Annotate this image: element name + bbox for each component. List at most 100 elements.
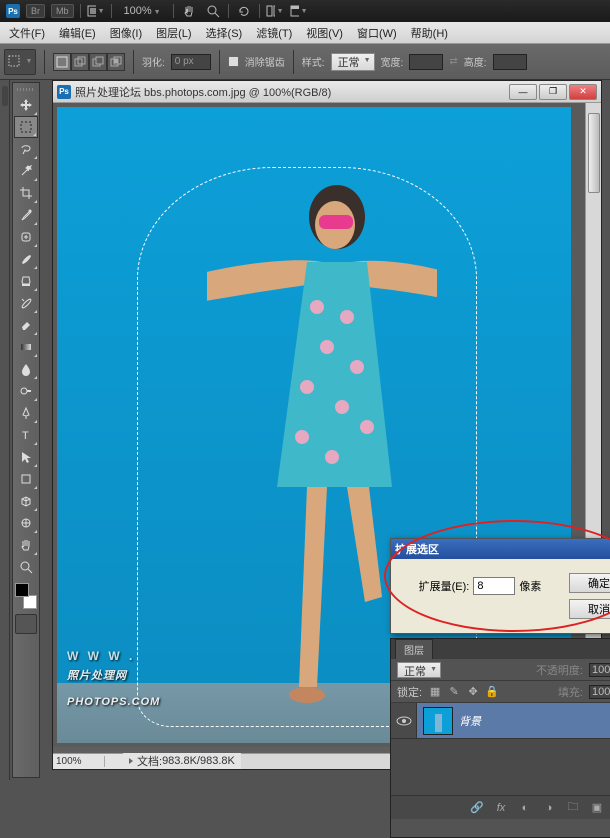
layer-thumbnail[interactable] [423,707,453,735]
style-select[interactable]: 正常▼ [331,53,375,71]
brush-tool[interactable] [14,248,38,270]
new-layer-icon[interactable]: ▣ [589,800,605,816]
menu-layer[interactable]: 图层(L) [149,22,198,44]
quick-mask-toggle[interactable] [15,614,37,634]
color-swatches[interactable] [14,582,38,610]
shape-tool[interactable] [14,468,38,490]
subtract-selection-button[interactable] [89,53,107,71]
menu-help[interactable]: 帮助(H) [404,22,455,44]
arrange-documents-icon[interactable]: ▼ [266,3,284,19]
history-brush-tool[interactable] [14,292,38,314]
opacity-input[interactable]: 100%▸ [589,663,610,677]
document-icon: Ps [57,85,71,99]
move-tool[interactable] [14,94,38,116]
layer-mask-icon[interactable]: ◐ [517,800,533,816]
menu-window[interactable]: 窗口(W) [350,22,404,44]
bridge-button[interactable]: Br [26,4,45,18]
type-tool[interactable]: T [14,424,38,446]
scrollbar-thumb[interactable] [588,113,600,193]
tool-palette: T [12,82,40,778]
layer-row[interactable]: 背景 🔒 [391,703,610,739]
path-selection-tool[interactable] [14,446,38,468]
expand-by-input[interactable] [473,577,515,595]
zoom-tool[interactable] [14,556,38,578]
healing-brush-tool[interactable] [14,226,38,248]
visibility-toggle[interactable] [391,703,417,738]
group-icon[interactable]: 🗀 [565,800,581,816]
lasso-tool[interactable] [14,138,38,160]
menu-bar: 文件(F) 编辑(E) 图像(I) 图层(L) 选择(S) 滤镜(T) 视图(V… [0,22,610,44]
ok-button[interactable]: 确定 [569,573,610,593]
feather-input[interactable] [171,54,211,70]
blur-tool[interactable] [14,358,38,380]
status-doc-info[interactable]: 文档: 983.8K/983.8K [123,753,241,769]
separator [80,4,81,18]
pen-tool[interactable] [14,402,38,424]
lock-position-icon[interactable]: ✥ [466,685,480,699]
height-input[interactable] [493,54,527,70]
cancel-button[interactable]: 取消 [569,599,610,619]
eye-icon [396,715,412,727]
photoshop-logo-icon: Ps [6,4,20,18]
clone-stamp-tool[interactable] [14,270,38,292]
3d-camera-tool[interactable] [14,512,38,534]
dialog-title-text: 扩展选区 [395,541,439,557]
separator [293,50,294,74]
swap-icon[interactable]: ⇄ [449,56,457,67]
gradient-tool[interactable] [14,336,38,358]
layer-name[interactable]: 背景 [459,713,610,729]
layers-tab[interactable]: 图层 [395,639,433,659]
link-layers-icon[interactable]: 🔗 [469,800,485,816]
menu-filter[interactable]: 滤镜(T) [249,22,299,44]
magic-wand-tool[interactable] [14,160,38,182]
menu-select[interactable]: 选择(S) [199,22,250,44]
dialog-titlebar[interactable]: 扩展选区 ✕ [391,539,610,559]
3d-tool[interactable] [14,490,38,512]
fill-input[interactable]: 100%▸ [589,685,610,699]
intersect-selection-button[interactable] [107,53,125,71]
screen-mode-icon[interactable]: ▼ [290,3,308,19]
palette-drag-handle[interactable] [13,85,39,94]
lock-transparency-icon[interactable]: ▦ [428,685,442,699]
hand-tool[interactable] [14,534,38,556]
maximize-button[interactable]: ❐ [539,84,567,100]
view-extras-icon[interactable]: ▼ [87,3,105,19]
add-selection-button[interactable] [71,53,89,71]
close-button[interactable]: ✕ [569,84,597,100]
document-titlebar[interactable]: Ps 照片处理论坛 bbs.photops.com.jpg @ 100%(RGB… [53,81,601,103]
menu-file[interactable]: 文件(F) [2,22,52,44]
adjustment-layer-icon[interactable]: ◑ [541,800,557,816]
eyedropper-tool[interactable] [14,204,38,226]
docsize-label: 文档: [137,753,162,769]
docsize-value: 983.8K/983.8K [162,755,235,767]
hand-tool-icon[interactable] [180,3,198,19]
blend-mode-select[interactable]: 正常▼ [397,662,441,678]
marquee-tool[interactable] [14,116,38,138]
antialias-checkbox[interactable] [228,56,239,67]
selection-mode-group [53,53,125,71]
width-input[interactable] [409,54,443,70]
tool-preset-picker[interactable]: ▼ [4,49,36,75]
lock-pixels-icon[interactable]: ✎ [447,685,461,699]
fx-icon[interactable]: fx [493,800,509,816]
minibridge-button[interactable]: Mb [51,4,74,18]
foreground-color-swatch[interactable] [15,583,29,597]
document-title: 照片处理论坛 bbs.photops.com.jpg @ 100%(RGB/8) [75,84,505,100]
minimize-button[interactable]: — [509,84,537,100]
lock-all-icon[interactable]: 🔒 [485,685,499,699]
separator [111,4,112,18]
eraser-tool[interactable] [14,314,38,336]
dodge-tool[interactable] [14,380,38,402]
new-selection-button[interactable] [53,53,71,71]
crop-tool[interactable] [14,182,38,204]
separator [173,4,174,18]
status-zoom[interactable]: 100% [53,756,105,767]
menu-edit[interactable]: 编辑(E) [52,22,103,44]
dock-handle[interactable] [2,86,8,106]
zoom-tool-icon[interactable] [204,3,222,19]
background-color-swatch[interactable] [23,595,37,609]
rotate-view-icon[interactable] [235,3,253,19]
menu-view[interactable]: 视图(V) [299,22,350,44]
menu-image[interactable]: 图像(I) [103,22,149,44]
zoom-level-dropdown[interactable]: 100%▼ [118,5,167,17]
